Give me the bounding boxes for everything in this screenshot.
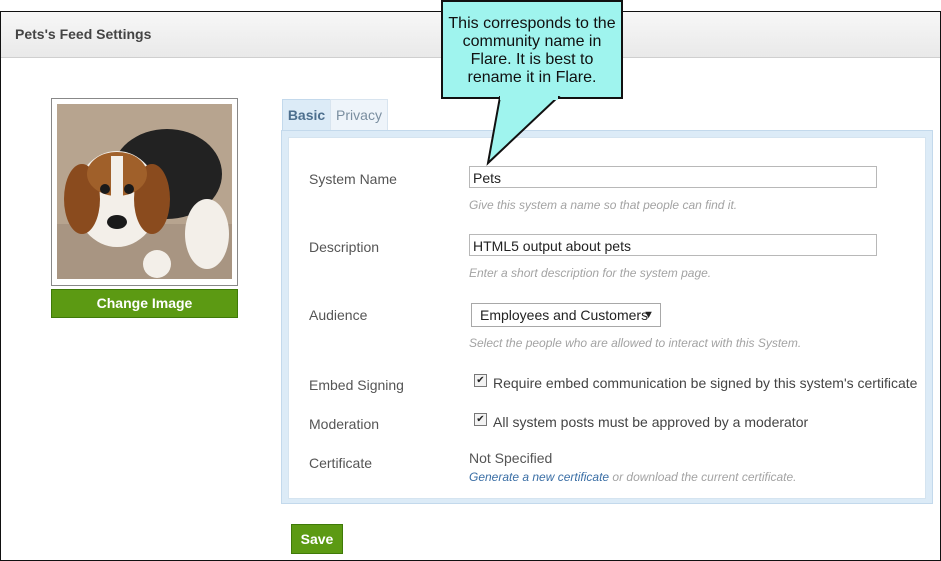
basic-settings-form: System Name Pets Give this system a name… <box>288 137 926 499</box>
dropdown-arrow-icon: ▼ <box>643 309 654 321</box>
change-image-button[interactable]: Change Image <box>51 289 238 318</box>
certificate-hint: Generate a new certificate or download t… <box>469 470 797 484</box>
audience-select[interactable]: Employees and Customers ▼ <box>471 303 661 327</box>
system-name-hint: Give this system a name so that people c… <box>469 198 738 212</box>
audience-hint: Select the people who are allowed to int… <box>469 336 802 350</box>
page-title: Pets's Feed Settings <box>15 26 152 42</box>
embed-signing-label: Embed Signing <box>309 377 404 393</box>
tab-privacy[interactable]: Privacy <box>330 99 388 131</box>
callout-pointer <box>486 96 561 166</box>
puppy-image <box>57 104 232 279</box>
certificate-value: Not Specified <box>469 450 553 466</box>
tab-panel: System Name Pets Give this system a name… <box>281 130 933 504</box>
callout-line-3: Flare. It is best to <box>470 51 594 68</box>
moderation-label: Moderation <box>309 416 380 432</box>
callout-line-1: This corresponds to the <box>448 15 616 32</box>
audience-label: Audience <box>309 307 368 323</box>
system-name-label: System Name <box>309 171 397 187</box>
system-name-input[interactable]: Pets <box>469 166 877 188</box>
generate-certificate-link[interactable]: Generate a new certificate <box>469 470 609 484</box>
callout-annotation: This corresponds to the community name i… <box>441 0 623 99</box>
moderation-checkbox[interactable]: ✔ <box>474 413 487 426</box>
certificate-label: Certificate <box>309 455 373 471</box>
callout-line-2: community name in <box>462 33 602 50</box>
certificate-suffix: or download the current certificate. <box>609 470 797 484</box>
avatar <box>57 104 232 279</box>
callout-line-4: rename it in Flare. <box>467 69 597 86</box>
embed-signing-checkbox-label: Require embed communication be signed by… <box>493 375 918 391</box>
description-hint: Enter a short description for the system… <box>469 266 712 280</box>
description-input[interactable]: HTML5 output about pets <box>469 234 877 256</box>
avatar-frame <box>51 98 238 286</box>
save-button[interactable]: Save <box>291 524 343 554</box>
embed-signing-checkbox[interactable]: ✔ <box>474 374 487 387</box>
tab-basic[interactable]: Basic <box>282 99 331 131</box>
moderation-checkbox-label: All system posts must be approved by a m… <box>493 414 809 430</box>
audience-selected-value: Employees and Customers <box>480 307 649 323</box>
description-label: Description <box>309 239 380 255</box>
